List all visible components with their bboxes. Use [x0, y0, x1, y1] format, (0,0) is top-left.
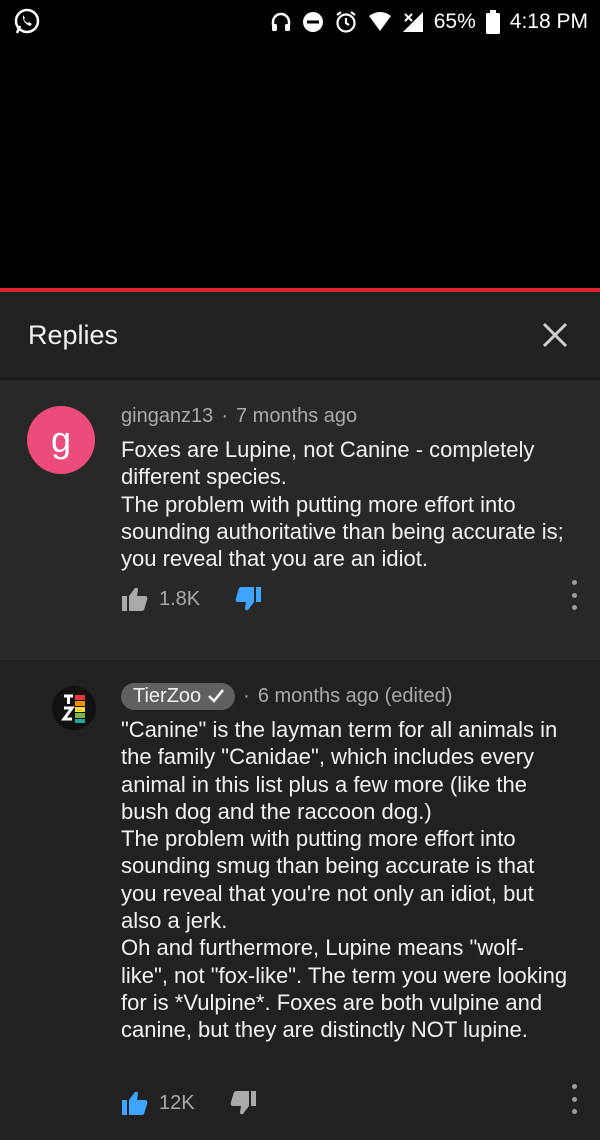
dislike-button[interactable]: [234, 586, 262, 612]
close-icon: [542, 322, 568, 348]
more-dot: [571, 1084, 577, 1089]
more-dot: [571, 592, 577, 598]
comment-meta: ginganz13 · 7 months ago: [121, 402, 570, 430]
like-button[interactable]: [121, 586, 149, 612]
clock: 4:18 PM: [509, 10, 588, 33]
alarm-icon: [334, 10, 358, 34]
more-options-button[interactable]: [566, 1084, 582, 1114]
replies-title: Replies: [28, 319, 119, 350]
close-button[interactable]: [538, 318, 572, 352]
comment-author[interactable]: ginganz13: [121, 405, 213, 428]
comment-actions: 12K: [121, 1090, 257, 1116]
comment-author: TierZoo: [133, 684, 202, 707]
battery-percent: 65%: [433, 10, 476, 33]
comment-meta: TierZoo · 6 months ago (edited): [121, 682, 570, 710]
thumbs-up-icon: [122, 1091, 148, 1115]
video-player[interactable]: [0, 44, 600, 288]
comment-text: Foxes are Lupine, not Canine - completel…: [121, 437, 564, 572]
avatar[interactable]: g: [27, 406, 95, 474]
signal-icon: [402, 11, 424, 33]
comment-text: "Canine" is the layman term for all anim…: [121, 717, 568, 1043]
more-dot: [571, 605, 577, 610]
thumbs-down-icon: [235, 587, 262, 611]
parent-comment: g ginganz13 · 7 months ago Foxes are Lup…: [0, 380, 600, 660]
more-dot: [571, 580, 577, 585]
whatsapp-icon: [12, 7, 42, 37]
thumbs-up-icon: [122, 587, 148, 611]
status-bar: 65% 4:18 PM: [0, 0, 600, 44]
comment-actions: 1.8K: [121, 586, 262, 612]
like-count: 1.8K: [159, 587, 201, 610]
comment-time: 6 months ago (edited): [257, 684, 453, 707]
thumbs-down-icon: [230, 1091, 256, 1115]
author-chip[interactable]: TierZoo: [121, 682, 236, 710]
meta-separator: ·: [243, 684, 250, 707]
headphones-icon: [270, 11, 292, 33]
dislike-button[interactable]: [229, 1090, 257, 1116]
replies-header: Replies: [0, 292, 600, 380]
meta-separator: ·: [221, 404, 228, 427]
more-dot: [571, 1096, 577, 1102]
battery-icon: [485, 10, 500, 34]
avatar[interactable]: [52, 686, 96, 730]
do-not-disturb-icon: [302, 11, 324, 33]
comment-time: 7 months ago: [235, 404, 358, 427]
more-options-button[interactable]: [566, 580, 582, 610]
reply-comment: TierZoo · 6 months ago (edited) "Canine"…: [0, 660, 600, 1140]
verified-check-icon: [208, 689, 225, 703]
tierzoo-logo-icon: [61, 694, 86, 724]
wifi-icon: [368, 11, 392, 33]
more-dot: [571, 1109, 577, 1114]
replies-panel: Replies g ginganz13 · 7 months ago Foxes…: [0, 292, 600, 1140]
like-button[interactable]: [121, 1090, 149, 1116]
avatar-letter: g: [50, 419, 72, 460]
like-count: 12K: [159, 1091, 195, 1114]
